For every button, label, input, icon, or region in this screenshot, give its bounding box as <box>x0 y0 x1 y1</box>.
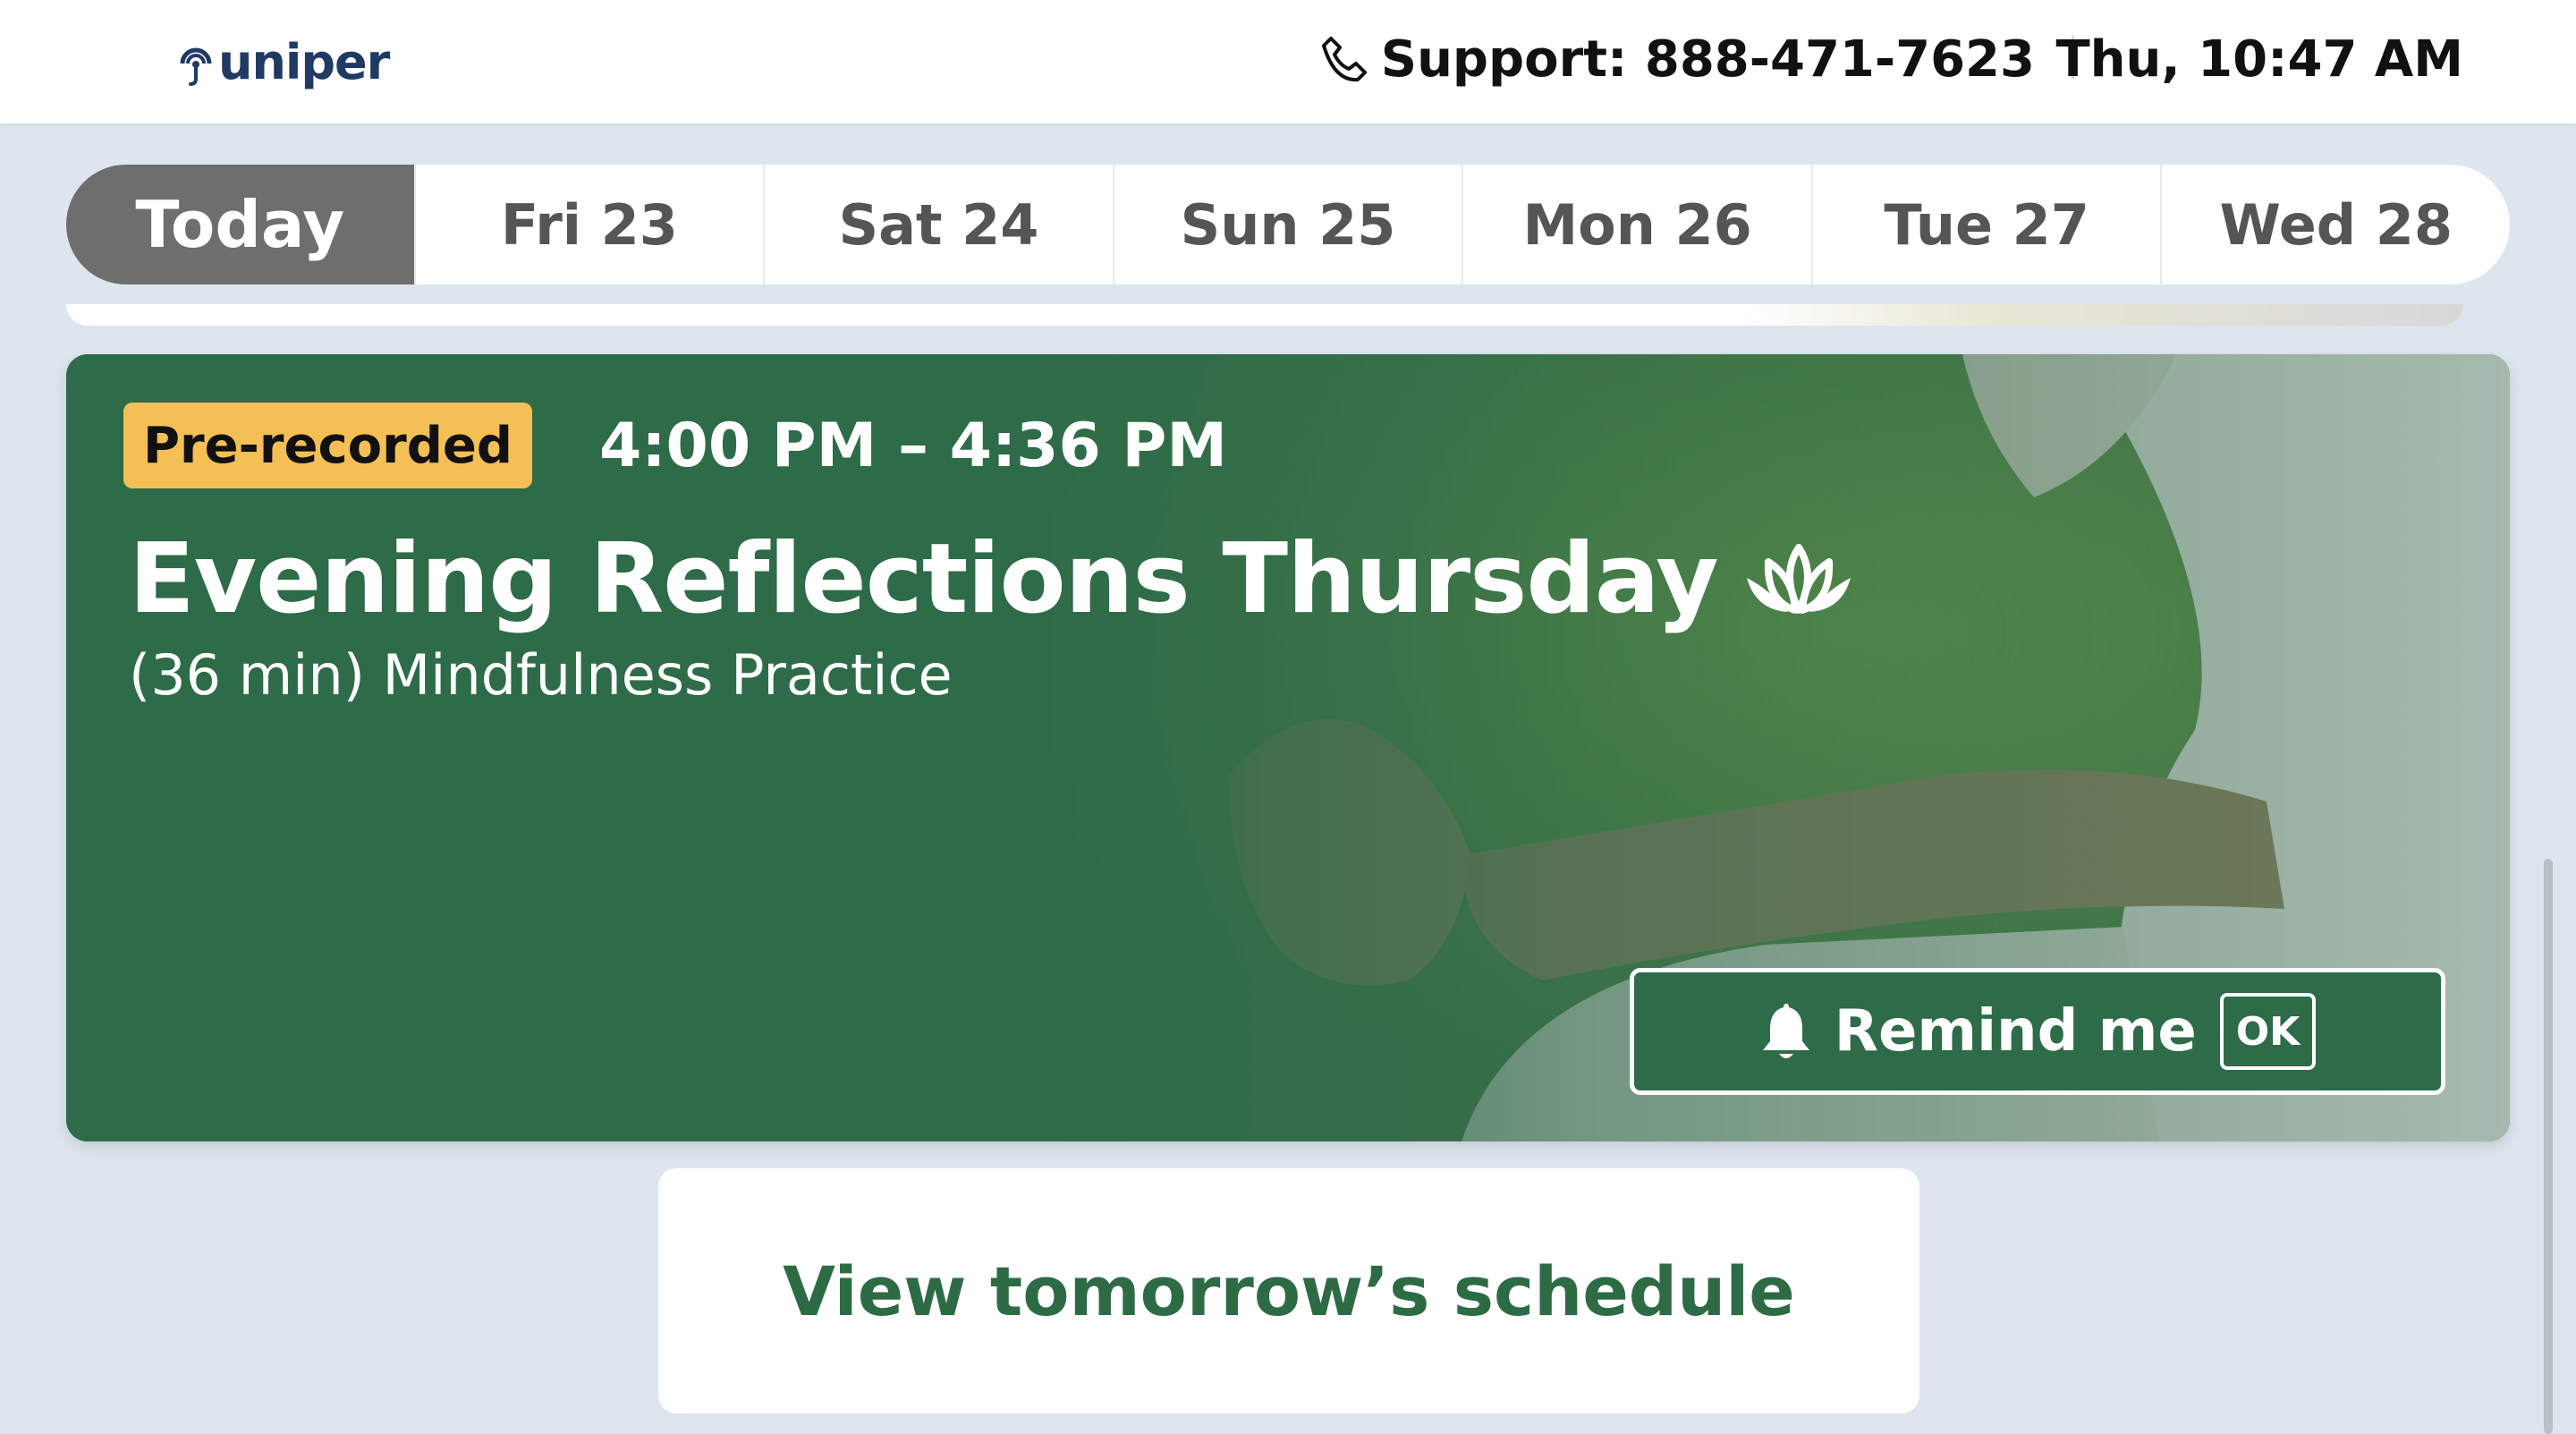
remind-me-button[interactable]: Remind me OK <box>1630 968 2445 1095</box>
tab-fri-23[interactable]: Fri 23 <box>413 165 764 284</box>
tab-wed-28[interactable]: Wed 28 <box>2160 165 2510 284</box>
status-badge: Pre-recorded <box>123 403 532 488</box>
support-phone[interactable]: Support: 888-471-7623 <box>1318 25 2035 93</box>
tab-sat-24[interactable]: Sat 24 <box>763 165 1113 284</box>
day-tabs: Today Fri 23 Sat 24 Sun 25 Mon 26 Tue 27… <box>66 165 2510 284</box>
remind-me-label: Remind me <box>1834 998 2197 1065</box>
tab-mon-26[interactable]: Mon 26 <box>1462 165 1811 284</box>
session-subtitle: (36 min) Mindfulness Practice <box>129 642 953 708</box>
uniper-logo-icon <box>180 47 212 86</box>
session-time-range: 4:00 PM – 4:36 PM <box>599 410 1227 481</box>
tab-sun-25[interactable]: Sun 25 <box>1112 165 1462 284</box>
previous-session-card-edge <box>66 304 2463 326</box>
tab-tue-27[interactable]: Tue 27 <box>1810 165 2161 284</box>
ok-key-hint: OK <box>2219 993 2317 1070</box>
logo-text: uniper <box>218 33 390 90</box>
page: uniper Support: 888-471-7623 Thu, 10:47 … <box>0 0 2576 1434</box>
session-title-row: Evening Reflections Thursday <box>129 521 1856 637</box>
session-title: Evening Reflections Thursday <box>129 522 1719 635</box>
session-card[interactable]: Pre-recorded 4:00 PM – 4:36 PM Evening R… <box>66 354 2510 1141</box>
scrollbar-thumb[interactable] <box>2544 859 2553 1434</box>
header-bar: uniper Support: 888-471-7623 Thu, 10:47 … <box>0 0 2576 123</box>
support-text: Support: 888-471-7623 <box>1380 30 2035 89</box>
view-tomorrow-schedule-button[interactable]: View tomorrow’s schedule <box>658 1168 1919 1413</box>
phone-icon <box>1321 37 1367 82</box>
bell-icon <box>1762 1004 1809 1058</box>
tab-today[interactable]: Today <box>66 165 414 284</box>
app-logo: uniper <box>175 27 390 97</box>
datetime-display: Thu, 10:47 AM <box>2055 30 2463 89</box>
lotus-icon <box>1746 544 1851 614</box>
